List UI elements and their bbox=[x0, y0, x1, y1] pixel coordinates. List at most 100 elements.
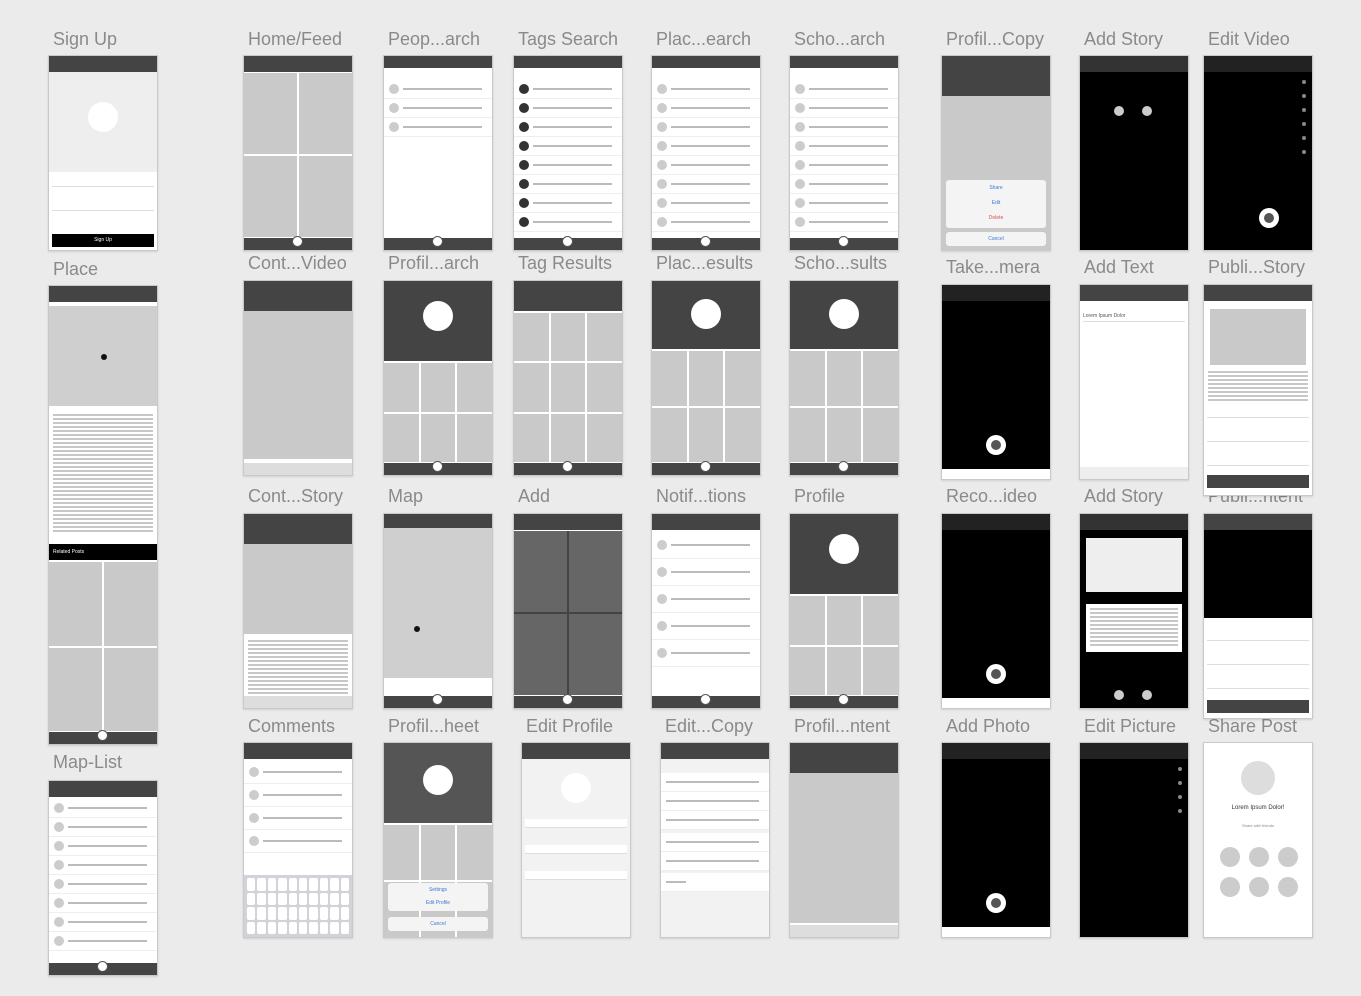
tab-bar[interactable] bbox=[514, 694, 622, 708]
edit-option[interactable]: Edit bbox=[946, 200, 1046, 206]
sign-up-button[interactable]: Sign Up bbox=[52, 234, 154, 247]
screen-place[interactable]: Related Posts bbox=[48, 285, 158, 745]
screen-profile-sheet[interactable]: Settings Edit Profile Cancel bbox=[383, 742, 493, 938]
settings-list[interactable] bbox=[661, 773, 769, 830]
mode-switch[interactable] bbox=[942, 469, 1050, 479]
related-posts-grid[interactable] bbox=[49, 562, 157, 731]
publish-button[interactable] bbox=[1207, 700, 1309, 713]
tab-bar[interactable] bbox=[49, 730, 157, 744]
add-button[interactable] bbox=[700, 461, 711, 472]
screen-take-camera[interactable] bbox=[941, 284, 1051, 480]
tab-bar[interactable] bbox=[652, 694, 760, 708]
tab-bar[interactable] bbox=[652, 236, 760, 250]
screen-home-feed[interactable] bbox=[243, 55, 353, 251]
mode-switch[interactable] bbox=[942, 927, 1050, 937]
screen-map-list[interactable] bbox=[48, 780, 158, 976]
people-list[interactable] bbox=[384, 80, 492, 137]
screen-record-video[interactable] bbox=[941, 513, 1051, 709]
share-option-icon[interactable] bbox=[1220, 847, 1240, 867]
tab-bar[interactable] bbox=[514, 461, 622, 475]
place-grid[interactable] bbox=[652, 351, 760, 462]
tags-field[interactable] bbox=[1207, 632, 1309, 641]
screen-profile-copy[interactable]: Share Edit Delete Cancel bbox=[941, 55, 1051, 251]
map-view[interactable] bbox=[49, 306, 157, 406]
comment-bar[interactable] bbox=[244, 696, 352, 708]
name-field[interactable] bbox=[52, 202, 154, 211]
add-button[interactable] bbox=[700, 694, 711, 705]
photo-icon[interactable] bbox=[1142, 106, 1152, 116]
screen-share-post[interactable]: Lorem Ipsum Dolor! Share with friends bbox=[1203, 742, 1313, 938]
notification-list[interactable] bbox=[652, 532, 760, 667]
share-option-icon[interactable] bbox=[1278, 847, 1298, 867]
screen-place-search[interactable] bbox=[651, 55, 761, 251]
avatar[interactable] bbox=[829, 534, 859, 564]
story-text-input[interactable]: Lorem Ipsum Dolor bbox=[1083, 313, 1185, 322]
screen-notifications[interactable] bbox=[651, 513, 761, 709]
share-option-icon[interactable] bbox=[1249, 847, 1269, 867]
cancel-button[interactable]: Cancel bbox=[946, 232, 1046, 246]
add-button[interactable] bbox=[838, 461, 849, 472]
tab-bar[interactable] bbox=[790, 694, 898, 708]
avatar[interactable] bbox=[88, 102, 118, 132]
share-option-icon[interactable] bbox=[1278, 877, 1298, 897]
avatar[interactable] bbox=[423, 301, 453, 331]
screen-profile[interactable] bbox=[789, 513, 899, 709]
add-button[interactable] bbox=[97, 730, 108, 741]
screen-map[interactable] bbox=[383, 513, 493, 709]
record-button[interactable] bbox=[1258, 208, 1279, 228]
screen-publish-story[interactable] bbox=[1203, 284, 1313, 496]
tab-bar[interactable] bbox=[652, 461, 760, 475]
share-option[interactable]: Share bbox=[946, 185, 1046, 191]
comment-bar[interactable] bbox=[244, 463, 352, 475]
avatar[interactable] bbox=[561, 773, 591, 803]
video-area[interactable] bbox=[790, 773, 898, 923]
username-field[interactable] bbox=[52, 178, 154, 187]
screen-sign-up[interactable]: Sign Up bbox=[48, 55, 158, 251]
tags-field[interactable] bbox=[1207, 409, 1309, 418]
screen-profile-content[interactable] bbox=[789, 742, 899, 938]
school-grid[interactable] bbox=[790, 351, 898, 462]
photo-icon[interactable] bbox=[1142, 690, 1152, 700]
tag-grid[interactable] bbox=[514, 313, 622, 462]
tab-bar[interactable] bbox=[790, 236, 898, 250]
tab-bar[interactable] bbox=[244, 236, 352, 250]
username-field[interactable] bbox=[525, 819, 627, 828]
add-button[interactable] bbox=[562, 694, 573, 705]
screen-school-results[interactable] bbox=[789, 280, 899, 476]
screen-school-search[interactable] bbox=[789, 55, 899, 251]
screen-settings[interactable] bbox=[660, 742, 770, 938]
screen-edit-picture[interactable] bbox=[1079, 742, 1189, 938]
screen-add-story-2[interactable] bbox=[1079, 513, 1189, 709]
screen-content-story[interactable] bbox=[243, 513, 353, 709]
screen-edit-video[interactable] bbox=[1203, 55, 1313, 251]
add-button[interactable] bbox=[97, 961, 108, 972]
mode-switch[interactable] bbox=[942, 698, 1050, 708]
add-button[interactable] bbox=[292, 236, 303, 247]
profile-grid[interactable] bbox=[384, 363, 492, 462]
screen-add-photo[interactable] bbox=[941, 742, 1051, 938]
format-toolbar[interactable] bbox=[1080, 467, 1188, 479]
place-list[interactable] bbox=[652, 80, 760, 232]
map-pin-icon[interactable] bbox=[414, 626, 420, 632]
share-option-icon[interactable] bbox=[1249, 877, 1269, 897]
record-button[interactable] bbox=[986, 664, 1006, 684]
add-button[interactable] bbox=[838, 694, 849, 705]
search-header[interactable] bbox=[384, 56, 492, 68]
name-field[interactable] bbox=[525, 845, 627, 854]
edit-profile-option[interactable]: Edit Profile bbox=[388, 900, 488, 906]
screen-edit-profile[interactable] bbox=[521, 742, 631, 938]
shutter-button[interactable] bbox=[986, 435, 1006, 455]
screen-place-results[interactable] bbox=[651, 280, 761, 476]
school-field[interactable] bbox=[525, 871, 627, 880]
add-button[interactable] bbox=[432, 461, 443, 472]
map-view[interactable] bbox=[384, 528, 492, 678]
action-sheet[interactable]: Settings Edit Profile bbox=[388, 883, 488, 911]
screen-profile-search[interactable] bbox=[383, 280, 493, 476]
tab-bar[interactable] bbox=[49, 961, 157, 975]
text-icon[interactable] bbox=[1114, 106, 1124, 116]
tag-people-field[interactable] bbox=[1207, 680, 1309, 689]
share-option-icon[interactable] bbox=[1220, 877, 1240, 897]
screen-tag-results[interactable] bbox=[513, 280, 623, 476]
screen-tags-search[interactable] bbox=[513, 55, 623, 251]
tab-bar[interactable] bbox=[790, 461, 898, 475]
